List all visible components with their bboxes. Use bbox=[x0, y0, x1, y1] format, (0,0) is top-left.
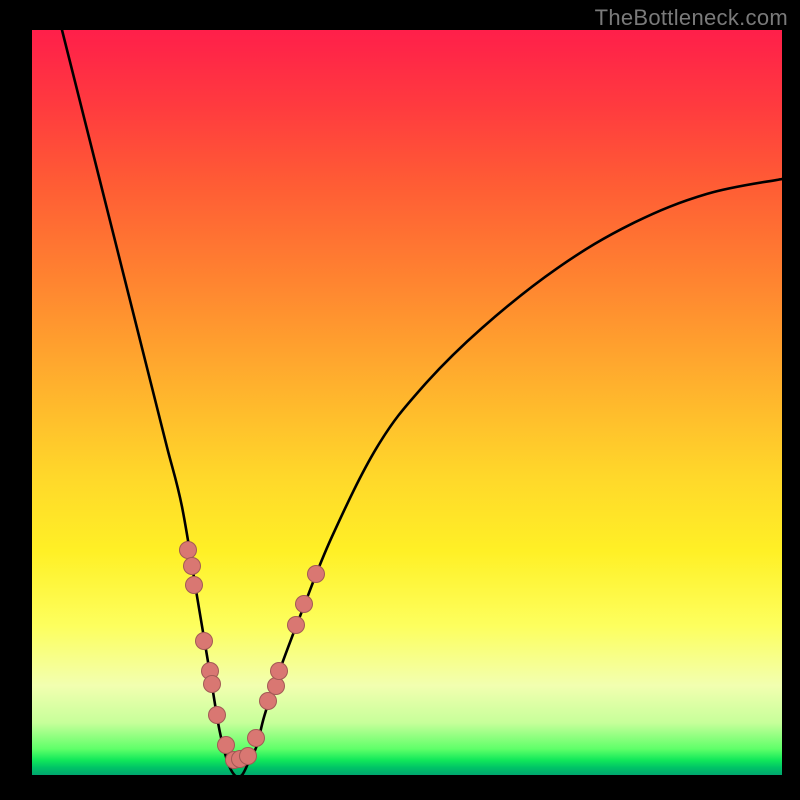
data-point bbox=[183, 557, 201, 575]
data-point bbox=[270, 662, 288, 680]
curve-svg bbox=[32, 30, 782, 775]
data-point bbox=[208, 706, 226, 724]
data-point bbox=[287, 616, 305, 634]
chart-canvas: TheBottleneck.com bbox=[0, 0, 800, 800]
watermark-text: TheBottleneck.com bbox=[595, 5, 788, 31]
data-point bbox=[179, 541, 197, 559]
data-point bbox=[239, 747, 257, 765]
plot-area bbox=[32, 30, 782, 775]
data-point bbox=[203, 675, 221, 693]
data-point bbox=[247, 729, 265, 747]
bottleneck-curve bbox=[62, 30, 782, 775]
data-point bbox=[307, 565, 325, 583]
data-point bbox=[185, 576, 203, 594]
data-point bbox=[295, 595, 313, 613]
data-point bbox=[195, 632, 213, 650]
